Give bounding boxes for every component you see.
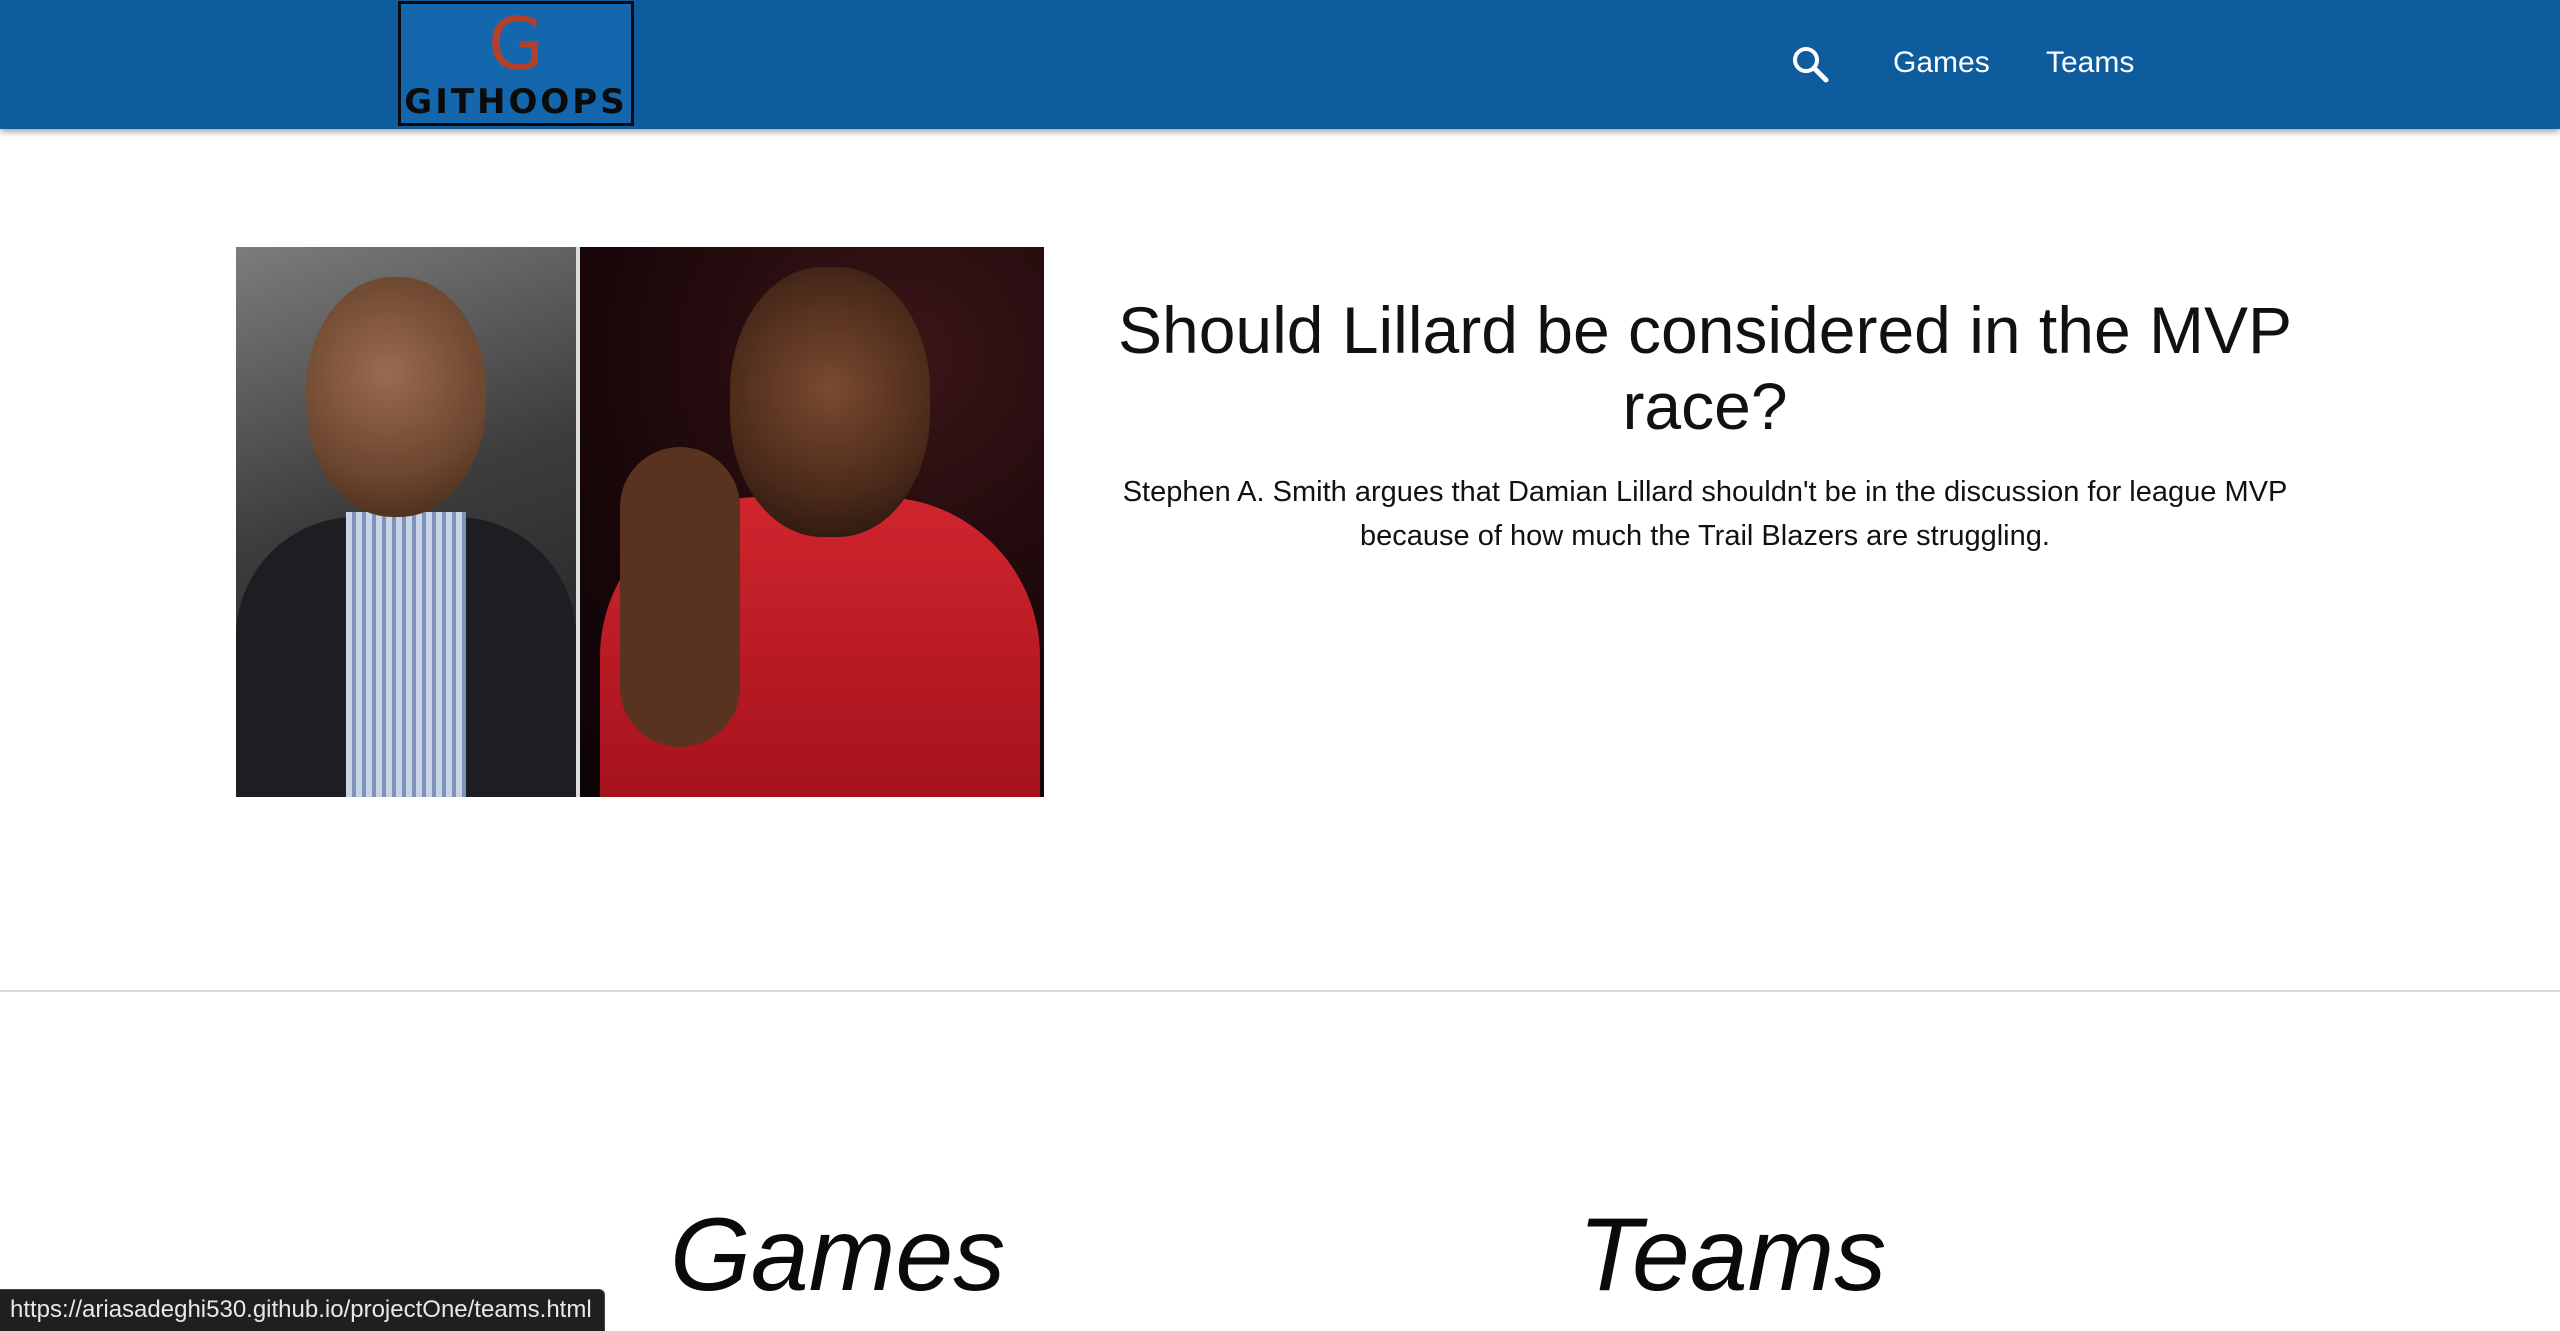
nav-link-teams[interactable]: Teams — [2046, 46, 2134, 80]
githoops-logo[interactable]: G GITHOOPS — [398, 1, 634, 126]
logo-letter: G — [488, 2, 544, 86]
logo-wordmark: GITHOOPS — [404, 82, 628, 122]
article-summary: Stephen A. Smith argues that Damian Lill… — [1122, 476, 2288, 552]
nav-link-games[interactable]: Games — [1893, 46, 1990, 80]
section-heading-teams: Teams — [1578, 1197, 1887, 1313]
top-navbar: G GITHOOPS Games Teams — [0, 0, 2560, 129]
section-heading-games: Games — [670, 1197, 1006, 1313]
section-divider — [0, 990, 2560, 992]
damian-lillard-photo — [580, 247, 1044, 797]
search-icon[interactable] — [1790, 44, 1830, 84]
article-image — [236, 247, 1044, 797]
link-status-bar: https://ariasadeghi530.github.io/project… — [0, 1289, 605, 1331]
stephen-a-smith-photo — [236, 247, 576, 797]
article-headline: Should Lillard be considered in the MVP … — [1117, 293, 2293, 443]
